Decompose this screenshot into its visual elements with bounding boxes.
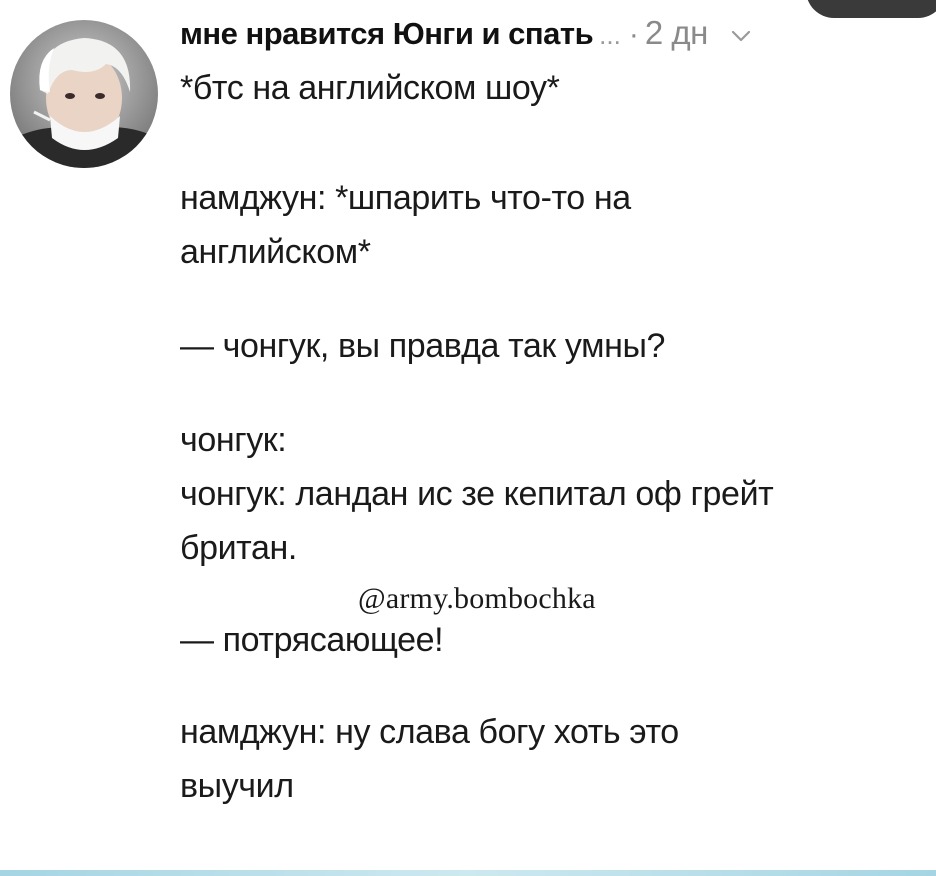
name-truncation: ...	[599, 20, 621, 50]
timestamp[interactable]: 2 дн	[645, 14, 709, 52]
post-line: чонгук: ландан ис зе кепитал оф грейт	[180, 475, 774, 513]
post-header: мне нравится Юнги и спать ... · 2 дн	[180, 14, 920, 58]
post-line: *бтс на английском шоу*	[180, 69, 560, 107]
post-line: — чонгук, вы правда так умны?	[180, 327, 666, 365]
avatar[interactable]	[10, 20, 158, 168]
watermark-text: @army.bombochka	[358, 582, 596, 615]
post-line: чонгук:	[180, 421, 287, 459]
post-line	[180, 370, 920, 418]
post-line	[180, 276, 920, 324]
user-avatar-photo	[10, 20, 158, 168]
author-name[interactable]: мне нравится Юнги и спать	[180, 16, 594, 52]
separator-dot: ·	[628, 18, 639, 51]
post-line: выучил	[180, 767, 294, 805]
chevron-down-icon[interactable]	[730, 25, 752, 47]
post-line: намджун: *шпарить что-то на	[180, 179, 631, 217]
bottom-divider	[0, 870, 936, 876]
post-line: намджун: ну слава богу хоть это	[180, 713, 679, 751]
post-line	[180, 112, 920, 160]
post-line: британ.	[180, 529, 297, 567]
post-line: — потрясающее!	[180, 621, 444, 659]
post-line	[180, 664, 920, 712]
post-line: английском*	[180, 233, 371, 271]
post-body: *бтс на английском шоу* намджун: *шпарит…	[180, 64, 920, 810]
